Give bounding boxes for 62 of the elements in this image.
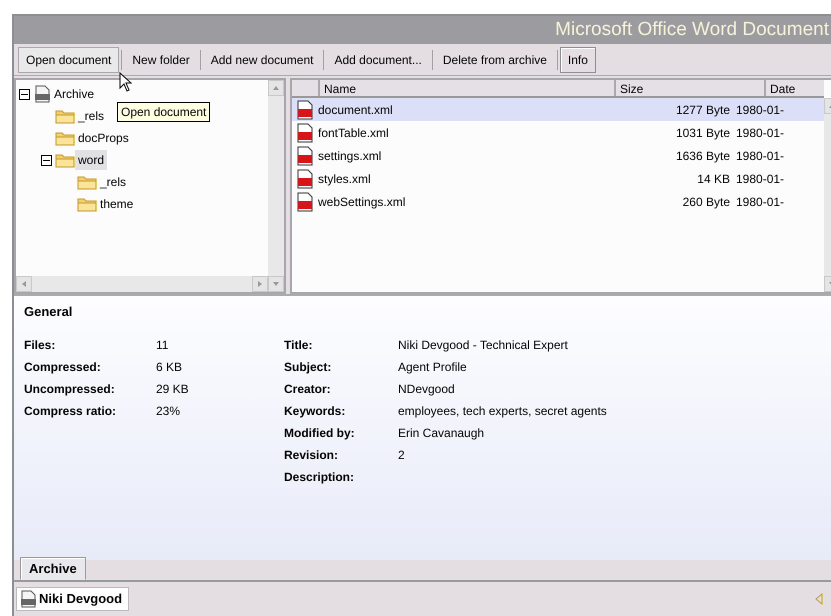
field-value: 11 [156,336,168,354]
file-row[interactable]: settings.xml 1636 Byte 1980-01- [292,144,824,167]
document-tab[interactable]: Niki Devgood [16,587,130,611]
field-label: Uncompressed: [24,380,116,398]
field-value: 23% [156,402,180,420]
field-value: Agent Profile [398,358,467,376]
field-value: employees, tech experts, secret agents [398,402,607,420]
file-date: 1980-01- [736,194,784,210]
field-label: Title: [284,336,314,354]
file-row[interactable]: styles.xml 14 KB 1980-01- [292,167,824,190]
file-name: fontTable.xml [318,124,390,142]
field-label: Description: [284,468,356,486]
section-heading: General [24,303,74,321]
field-label: Compressed: [24,358,102,376]
file-date: 1980-01- [736,102,784,118]
field-value: 2 [398,446,405,464]
column-header[interactable]: Size [614,80,764,96]
file-size: 1031 Byte [674,124,730,142]
field-value: NDevgood [398,380,455,398]
tree-item[interactable]: theme [97,194,136,214]
column-header[interactable]: Date [764,80,824,96]
field-value: 6 KB [156,358,182,376]
file-size: 260 Byte [682,194,730,210]
tree-item[interactable]: Archive [51,84,98,104]
file-name: styles.xml [318,170,372,188]
toolbar-button[interactable]: New folder [124,46,198,72]
file-date: 1980-01- [736,124,784,142]
file-row[interactable]: document.xml 1277 Byte 1980-01- [292,98,824,121]
column-header[interactable]: Name [318,80,614,96]
tab[interactable]: Archive [20,556,86,580]
toolbar-button[interactable]: Open document [18,46,120,72]
field-label: Keywords: [284,402,346,420]
file-name: document.xml [318,102,394,118]
file-size: 14 KB [696,170,730,188]
field-value: Niki Devgood - Technical Expert [398,336,568,354]
field-label: Subject: [284,358,332,376]
tree-item[interactable]: word [75,150,108,170]
file-size: 1636 Byte [674,148,730,164]
file-name: settings.xml [318,148,382,164]
file-row[interactable]: webSettings.xml 260 Byte 1980-01- [292,190,824,213]
tooltip: Open document [117,102,210,122]
file-row[interactable]: fontTable.xml 1031 Byte 1980-01- [292,121,824,144]
toolbar-button[interactable]: Info [560,46,596,72]
field-label: Modified by: [284,424,356,442]
field-label: Creator: [284,380,332,398]
document-tab-label: Niki Devgood [39,590,122,608]
field-value: Erin Cavanaugh [398,424,484,442]
field-label: Files: [24,336,56,354]
tree-item[interactable]: _rels [75,106,108,126]
toolbar-button[interactable]: Add document... [326,46,430,72]
toolbar-button[interactable]: Delete from archive [434,46,555,72]
toolbar-button[interactable]: Add new document [202,46,322,72]
tree-item[interactable]: docProps [75,128,132,148]
file-date: 1980-01- [736,148,784,164]
field-label: Revision: [284,446,340,464]
window-title: Microsoft Office Word Document [555,18,829,42]
file-size: 1277 Byte [674,102,730,118]
field-label: Compress ratio: [24,402,118,420]
tree-item[interactable]: _rels [97,172,130,192]
file-date: 1980-01- [736,170,784,188]
file-name: webSettings.xml [318,194,406,210]
field-value: 29 KB [156,380,189,398]
